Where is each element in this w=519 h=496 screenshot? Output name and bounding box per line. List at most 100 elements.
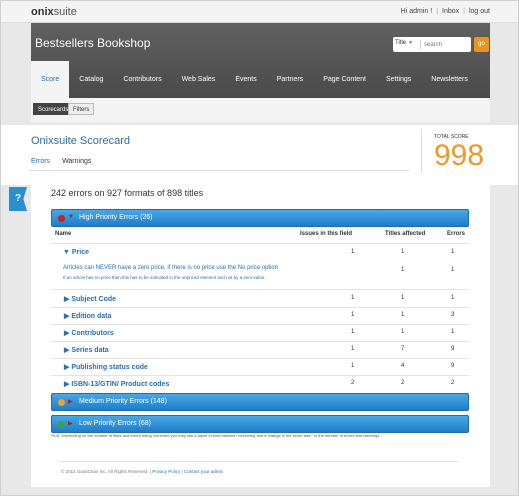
group-label: Medium Priority Errors (148) — [79, 398, 167, 405]
go-button[interactable]: go — [474, 37, 489, 52]
col-issues: Issues in this field — [300, 231, 353, 237]
issues-cell: 2 — [351, 380, 355, 386]
issues-cell: 1 — [351, 295, 355, 301]
onixsuite-logo[interactable]: onixsuite — [31, 6, 77, 18]
errors-cell: 1 — [451, 249, 455, 255]
errors-cell: 9 — [451, 363, 455, 369]
divider — [51, 289, 469, 290]
privacy-policy-link[interactable]: Privacy Policy — [152, 469, 180, 474]
orange-status-dot-icon — [58, 399, 65, 406]
group-label: Low Priority Errors (68) — [79, 420, 151, 427]
table-row[interactable]: ▶ Edition data 1 1 3 — [51, 308, 469, 324]
copyright-text: © 2014 GiantChair Inc. All Rights Reserv… — [61, 469, 149, 474]
issues-cell: 1 — [351, 249, 355, 255]
table-row[interactable]: ▶ ISBN-13/GTIN/ Product codes 2 2 2 — [51, 376, 469, 392]
tab-newsletters[interactable]: Newsletters — [421, 61, 478, 98]
col-name: Name — [55, 231, 72, 237]
issues-cell: 1 — [351, 363, 355, 369]
medium-priority-errors-header[interactable]: ▶ Medium Priority Errors (148) — [51, 393, 469, 411]
errors-summary: 242 errors on 927 formats of 898 titles — [51, 188, 204, 198]
tab-events[interactable]: Events — [225, 61, 266, 98]
row-name[interactable]: ▶ Edition data — [64, 312, 111, 320]
top-bar: onixsuite Hi admin ! | Inbox | log out — [1, 1, 518, 23]
errors-cell: 2 — [451, 380, 455, 386]
brand-title: Bestsellers Bookshop — [35, 36, 151, 50]
user-links: Hi admin ! | Inbox | log out — [401, 8, 490, 15]
tab-page-content[interactable]: Page Content — [313, 61, 376, 98]
green-status-dot-icon — [58, 421, 65, 428]
group-label: High Priority Errors (26) — [79, 214, 153, 221]
separator: | — [436, 8, 439, 15]
divider — [29, 170, 409, 171]
footer: © 2014 GiantChair Inc. All Rights Reserv… — [61, 469, 223, 474]
main-nav: Score Catalog Contributors Web Sales Eve… — [31, 61, 478, 98]
tab-catalog[interactable]: Catalog — [69, 61, 113, 98]
tab-web-sales[interactable]: Web Sales — [172, 61, 226, 98]
chevron-right-icon: ▶ — [68, 421, 73, 427]
errors-cell: 1 — [451, 267, 455, 273]
inbox-link[interactable]: Inbox — [442, 8, 459, 15]
titles-cell: 7 — [401, 346, 405, 352]
titles-cell: 1 — [401, 329, 405, 335]
footnote: *N.B. Depending on the number of titles … — [51, 433, 381, 438]
titles-cell: 1 — [401, 249, 405, 255]
errors-panel: 242 errors on 927 formats of 898 titles … — [31, 179, 490, 487]
scorecard-tabs: Errors Warnings — [31, 158, 91, 165]
table-row[interactable]: ▶ Contributors 1 1 1 — [51, 325, 469, 341]
tab-contributors[interactable]: Contributors — [113, 61, 171, 98]
greeting-link[interactable]: Hi admin ! — [401, 8, 433, 15]
tab-settings[interactable]: Settings — [376, 61, 421, 98]
titles-cell: 1 — [401, 267, 405, 273]
table-row[interactable]: ▶ Subject Code 1 1 1 — [51, 291, 469, 307]
search-field-select[interactable]: Title ▼ — [395, 40, 421, 49]
table-header: Name Issues in this field Titles affecte… — [55, 231, 469, 243]
row-name[interactable]: ▶ ISBN-13/GTIN/ Product codes — [64, 380, 169, 388]
table-row: 1 1 — [51, 263, 469, 279]
titles-cell: 2 — [401, 380, 405, 386]
separator: | — [463, 8, 465, 15]
row-name[interactable]: ▶ Contributors — [64, 329, 114, 337]
total-score-value: 998 — [434, 139, 485, 172]
col-errors: Errors — [447, 231, 466, 237]
filters-button[interactable]: Filters — [68, 103, 95, 115]
row-name[interactable]: ▶ Series data — [64, 346, 109, 354]
chevron-down-icon: ▼ — [408, 40, 414, 46]
table-row[interactable]: ▶ Series data 1 7 9 — [51, 342, 469, 358]
errors-cell: 3 — [451, 312, 455, 318]
issues-cell: 1 — [351, 312, 355, 318]
low-priority-errors-header[interactable]: ▶ Low Priority Errors (68) — [51, 415, 469, 433]
scorecard-header: Onixsuite Scorecard Errors Warnings TOTA… — [1, 125, 518, 185]
row-name[interactable]: ▶ Publishing status code — [64, 363, 148, 371]
search-box: Title ▼ — [393, 37, 471, 52]
search-input[interactable] — [424, 40, 468, 49]
red-status-dot-icon — [58, 215, 65, 222]
tab-warnings[interactable]: Warnings — [62, 158, 91, 165]
divider — [51, 243, 469, 244]
titles-cell: 4 — [401, 363, 405, 369]
help-button[interactable]: ? — [9, 187, 27, 211]
total-score-box: TOTAL SCORE 998 — [421, 129, 487, 174]
sub-nav: Scorecards Filters — [31, 98, 490, 122]
errors-cell: 1 — [451, 329, 455, 335]
tab-errors[interactable]: Errors — [31, 158, 50, 165]
titles-cell: 1 — [401, 295, 405, 301]
table-row: 1 1 1 — [51, 245, 469, 261]
header: Bestsellers Bookshop Title▼ go Score Cat… — [31, 23, 490, 98]
issues-cell: 1 — [351, 346, 355, 352]
table-row[interactable]: ▶ Publishing status code 1 4 9 — [51, 359, 469, 375]
chevron-down-icon: ▼ — [68, 214, 74, 220]
errors-cell: 9 — [451, 346, 455, 352]
row-name[interactable]: ▶ Subject Code — [64, 295, 116, 303]
issues-cell: 1 — [351, 329, 355, 335]
high-priority-errors-header[interactable]: ▼ High Priority Errors (26) — [51, 209, 469, 227]
divider — [59, 461, 459, 462]
errors-cell: 1 — [451, 295, 455, 301]
logout-link[interactable]: log out — [469, 8, 490, 15]
chevron-right-icon: ▶ — [68, 399, 73, 405]
page-title: Onixsuite Scorecard — [31, 135, 131, 147]
contact-admin-link[interactable]: Contact your admin — [184, 469, 223, 474]
col-titles: Titles affected — [385, 231, 426, 237]
tab-partners[interactable]: Partners — [267, 61, 313, 98]
app-window: onixsuite Hi admin ! | Inbox | log out B… — [0, 0, 519, 496]
tab-score[interactable]: Score — [31, 61, 70, 98]
